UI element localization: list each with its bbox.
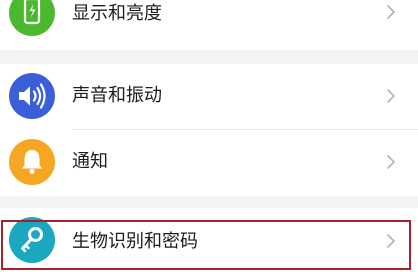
settings-item-display-brightness[interactable]: 显示和亮度 bbox=[0, 0, 418, 50]
settings-item-label: 显示和亮度 bbox=[72, 3, 162, 24]
chevron-right-icon bbox=[387, 155, 395, 169]
key-icon bbox=[9, 217, 55, 263]
settings-group-security: 生物识别和密码 bbox=[0, 208, 418, 272]
bell-icon bbox=[9, 139, 55, 185]
settings-item-notifications[interactable]: 通知 bbox=[0, 130, 418, 194]
settings-item-label: 通知 bbox=[72, 151, 108, 172]
chevron-right-icon bbox=[387, 5, 395, 19]
settings-item-biometrics-password[interactable]: 生物识别和密码 bbox=[0, 208, 418, 272]
settings-item-sound-vibration[interactable]: 声音和振动 bbox=[0, 64, 418, 128]
settings-item-label: 生物识别和密码 bbox=[72, 231, 198, 252]
chevron-right-icon bbox=[387, 234, 395, 248]
speaker-volume-icon bbox=[9, 73, 55, 119]
settings-item-label: 声音和振动 bbox=[72, 85, 162, 106]
chevron-right-icon bbox=[387, 89, 395, 103]
settings-group-sound-notification: 声音和振动 通知 bbox=[0, 64, 418, 196]
phone-brightness-icon bbox=[9, 0, 55, 36]
settings-group-display: 显示和亮度 bbox=[0, 0, 418, 50]
